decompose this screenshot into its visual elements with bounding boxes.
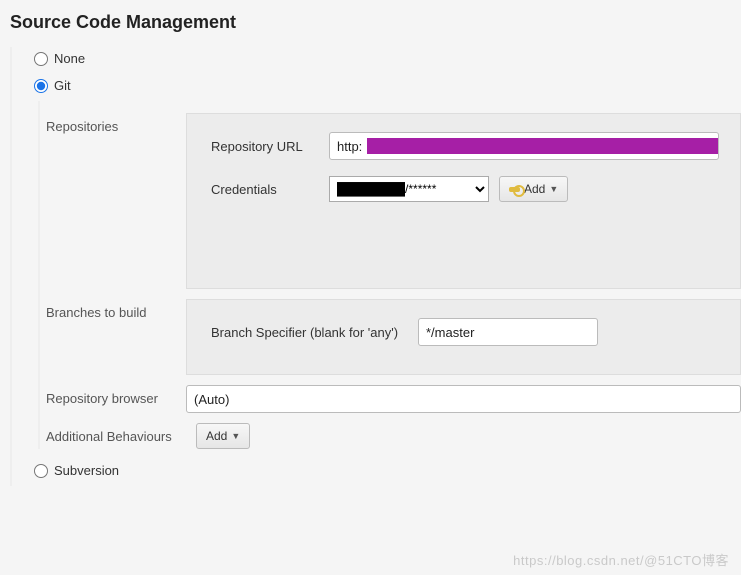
watermark: https://blog.csdn.net/@51CTO博客 — [513, 550, 729, 569]
branches-label: Branches to build — [46, 299, 186, 320]
repo-url-redacted — [367, 138, 718, 154]
branches-panel: Branch Specifier (blank for 'any') — [186, 299, 741, 375]
key-icon — [509, 187, 520, 192]
add-credentials-label: Add — [524, 182, 545, 196]
branch-specifier-input[interactable] — [418, 318, 598, 346]
radio-git[interactable] — [34, 79, 48, 93]
repo-browser-label: Repository browser — [46, 385, 186, 406]
repo-url-input[interactable]: http: — [329, 132, 719, 160]
credentials-label: Credentials — [211, 182, 319, 197]
branch-specifier-label: Branch Specifier (blank for 'any') — [211, 325, 408, 340]
scm-option-subversion[interactable]: Subversion — [22, 459, 741, 486]
scm-option-none[interactable]: None — [22, 47, 741, 74]
repositories-label: Repositories — [46, 113, 186, 134]
scm-option-git[interactable]: Git — [22, 74, 741, 101]
repo-url-label: Repository URL — [211, 139, 319, 154]
repo-browser-input[interactable] — [186, 385, 741, 413]
caret-down-icon: ▼ — [231, 431, 240, 441]
repositories-panel: Repository URL http: Credentials ███████… — [186, 113, 741, 289]
caret-down-icon: ▼ — [549, 184, 558, 194]
add-credentials-button[interactable]: Add ▼ — [499, 176, 568, 202]
radio-subversion[interactable] — [34, 464, 48, 478]
additional-behaviours-label: Additional Behaviours — [46, 429, 196, 444]
radio-none-label: None — [54, 51, 85, 66]
radio-subversion-label: Subversion — [54, 463, 119, 478]
repo-url-prefix: http: — [330, 139, 367, 154]
section-title: Source Code Management — [10, 12, 741, 33]
add-behaviour-label: Add — [206, 429, 227, 443]
add-behaviour-button[interactable]: Add ▼ — [196, 423, 250, 449]
radio-git-label: Git — [54, 78, 71, 93]
credentials-select[interactable]: ████████/****** — [329, 176, 489, 202]
radio-none[interactable] — [34, 52, 48, 66]
